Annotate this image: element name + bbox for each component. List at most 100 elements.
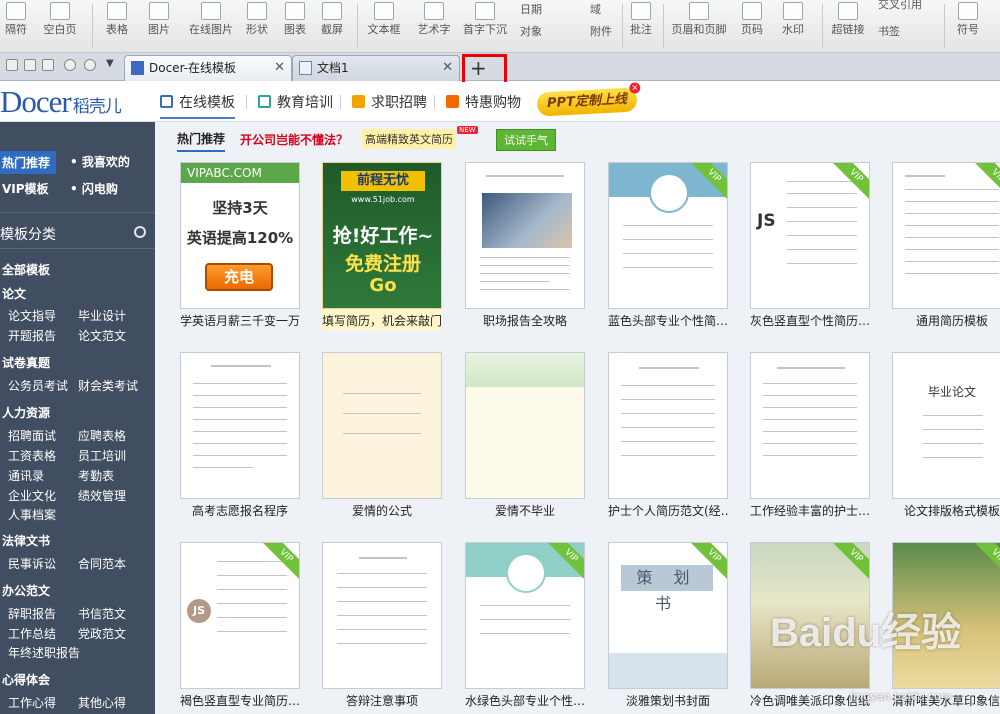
sidebar-item-favorites[interactable]: • 我喜欢的 [70, 153, 130, 170]
crossref-button[interactable]: 交叉引用 [878, 0, 922, 12]
textbox-button[interactable]: 文本框 [364, 0, 404, 52]
page-break-icon [6, 2, 26, 20]
page-break-button[interactable]: 隔符 [0, 0, 32, 52]
template-card[interactable]: JS VIP 褐色竖直型专业简历… [180, 542, 300, 710]
comment-button[interactable]: 批注 [626, 0, 656, 52]
redo-icon[interactable] [84, 59, 96, 71]
template-card[interactable]: VIPABC.COM 坚持3天 英语提高120% 充电 学英语月薪三千变一万 [180, 162, 300, 330]
sidebar-item-work-experience[interactable]: 工作心得 [8, 694, 56, 711]
sidebar-item-work-summary[interactable]: 工作总结 [8, 625, 56, 642]
sidebar-item-annual-report[interactable]: 年终述职报告 [8, 644, 80, 661]
attachment-button[interactable]: 附件 [590, 23, 612, 39]
header-footer-button[interactable]: 页眉和页脚 [668, 0, 730, 52]
watermark-button[interactable]: 水印 [776, 0, 810, 52]
tab-document1[interactable]: 文档1 ✕ [292, 55, 460, 81]
template-card[interactable]: 职场报告全攻略 [465, 162, 585, 330]
bookmark-button[interactable]: 书签 [878, 23, 900, 39]
sidebar-item-accounting[interactable]: 财会类考试 [78, 377, 138, 394]
sidebar-item-litigation[interactable]: 民事诉讼 [8, 555, 56, 572]
sidebar-item-civil-service[interactable]: 公务员考试 [8, 377, 68, 394]
promo-link-law[interactable]: 开公司岂能不懂法？ [240, 131, 348, 148]
template-card[interactable]: 爱情不毕业 [465, 352, 585, 520]
template-card[interactable]: 高考志愿报名程序 [180, 352, 300, 520]
undo-icon[interactable] [64, 59, 76, 71]
template-card[interactable]: 毕业论文 论文排版格式模板 [892, 352, 1000, 520]
sidebar-item-other-experience[interactable]: 其他心得 [78, 694, 126, 711]
template-card[interactable]: JS VIP 灰色竖直型个性简历… [750, 162, 870, 330]
sidebar-item-training[interactable]: 员工培训 [78, 447, 126, 464]
screenshot-button[interactable]: 截屏 [314, 0, 350, 52]
table-button[interactable]: 表格 [100, 0, 134, 52]
template-card[interactable]: 前程无忧 www.51job.com 抢!好工作~ 免费注册 Go 填写简历，机… [322, 162, 442, 330]
nav-shopping[interactable]: 特惠购物 [446, 92, 521, 112]
field-button[interactable]: 域 [590, 1, 601, 17]
promo-link-resume[interactable]: 高端精致英文简历 [362, 129, 456, 149]
nav-online-templates[interactable]: 在线模板 [160, 92, 235, 119]
print-icon[interactable] [24, 59, 36, 71]
close-tab-icon[interactable]: ✕ [274, 56, 285, 80]
date-button[interactable]: 日期 [520, 1, 542, 17]
sidebar-group-legal[interactable]: 法律文书 [2, 532, 50, 549]
print-preview-icon[interactable] [42, 59, 54, 71]
sidebar-divider [0, 248, 155, 249]
sidebar-item-contacts[interactable]: 通讯录 [8, 467, 44, 484]
plan-title: 策 划 书 [621, 565, 713, 613]
template-card[interactable]: VIP 通用简历模板 [892, 162, 1000, 330]
dropcap-button[interactable]: 首字下沉 [460, 0, 510, 52]
object-button[interactable]: 对象 [520, 23, 542, 39]
template-thumbnail: 前程无忧 www.51job.com 抢!好工作~ 免费注册 Go [322, 162, 442, 309]
sidebar-group-experience[interactable]: 心得体会 [2, 671, 50, 688]
template-card[interactable]: 策 划 书 VIP 淡雅策划书封面 [608, 542, 728, 710]
sidebar-item-vip[interactable]: VIP模板 [2, 180, 49, 197]
lucky-button[interactable]: 试试手气 [496, 129, 556, 151]
chart-button[interactable]: 图表 [280, 0, 310, 52]
sidebar-item-all[interactable]: 全部模板 [2, 261, 50, 278]
sidebar-item-flash-buy[interactable]: • 闪电购 [70, 180, 118, 197]
save-icon[interactable] [6, 59, 18, 71]
sidebar-item-party-docs[interactable]: 党政范文 [78, 625, 126, 642]
online-picture-button[interactable]: 在线图片 [186, 0, 236, 52]
sidebar-item-salary[interactable]: 工资表格 [8, 447, 56, 464]
sidebar-item-hot[interactable]: 热门推荐 [0, 151, 57, 174]
sidebar-item-personnel[interactable]: 人事档案 [8, 506, 56, 523]
sidebar-item-culture[interactable]: 企业文化 [8, 487, 56, 504]
template-card[interactable]: VIP 蓝色头部专业个性简… [608, 162, 728, 330]
template-thumbnail [465, 352, 585, 499]
sidebar-item-application-form[interactable]: 应聘表格 [78, 427, 126, 444]
ad-domain: www.51job.com [351, 195, 415, 204]
nav-recruitment[interactable]: 求职招聘 [352, 92, 427, 112]
picture-button[interactable]: 图片 [142, 0, 176, 52]
quick-access-dropdown-icon[interactable]: ▼ [106, 58, 114, 69]
symbol-button[interactable]: 符号 [950, 0, 986, 52]
sidebar-item-interview[interactable]: 招聘面试 [8, 427, 56, 444]
shape-button[interactable]: 形状 [240, 0, 274, 52]
sidebar-item-performance[interactable]: 绩效管理 [78, 487, 126, 504]
template-card[interactable]: 护士个人简历范文(经… [608, 352, 728, 520]
template-card[interactable]: VIP 水绿色头部专业个性… [465, 542, 585, 710]
sidebar-item-proposal[interactable]: 开题报告 [8, 327, 56, 344]
sidebar-item-resignation[interactable]: 辞职报告 [8, 605, 56, 622]
sidebar-item-contract[interactable]: 合同范本 [78, 555, 126, 572]
blank-page-button[interactable]: 空白页 [40, 0, 80, 52]
wordart-button[interactable]: 艺术字 [414, 0, 454, 52]
docer-logo[interactable]: Docer 稻壳儿 [0, 84, 122, 120]
hyperlink-button[interactable]: 超链接 [828, 0, 868, 52]
sidebar-group-exam[interactable]: 试卷真题 [2, 354, 50, 371]
close-tab-icon[interactable]: ✕ [442, 56, 453, 80]
gear-icon[interactable] [134, 226, 146, 238]
sidebar-item-attendance[interactable]: 考勤表 [78, 467, 114, 484]
tab-hot-recommend[interactable]: 热门推荐 [177, 130, 226, 152]
sidebar-item-thesis-guide[interactable]: 论文指导 [8, 307, 56, 324]
page-number-button[interactable]: 页码 [735, 0, 769, 52]
sidebar-group-hr[interactable]: 人力资源 [2, 404, 50, 421]
template-card[interactable]: 爱情的公式 [322, 352, 442, 520]
template-card[interactable]: 工作经验丰富的护士… [750, 352, 870, 520]
sidebar-item-letter[interactable]: 书信范文 [78, 605, 126, 622]
tab-docer-templates[interactable]: Docer-在线模板 ✕ [124, 55, 292, 81]
sidebar-group-thesis[interactable]: 论文 [2, 285, 26, 302]
sidebar-group-office[interactable]: 办公范文 [2, 582, 50, 599]
nav-education[interactable]: 教育培训 [258, 92, 333, 112]
template-card[interactable]: 答辩注意事项 [322, 542, 442, 710]
sidebar-item-graduation-design[interactable]: 毕业设计 [78, 307, 126, 324]
sidebar-item-thesis-sample[interactable]: 论文范文 [78, 327, 126, 344]
